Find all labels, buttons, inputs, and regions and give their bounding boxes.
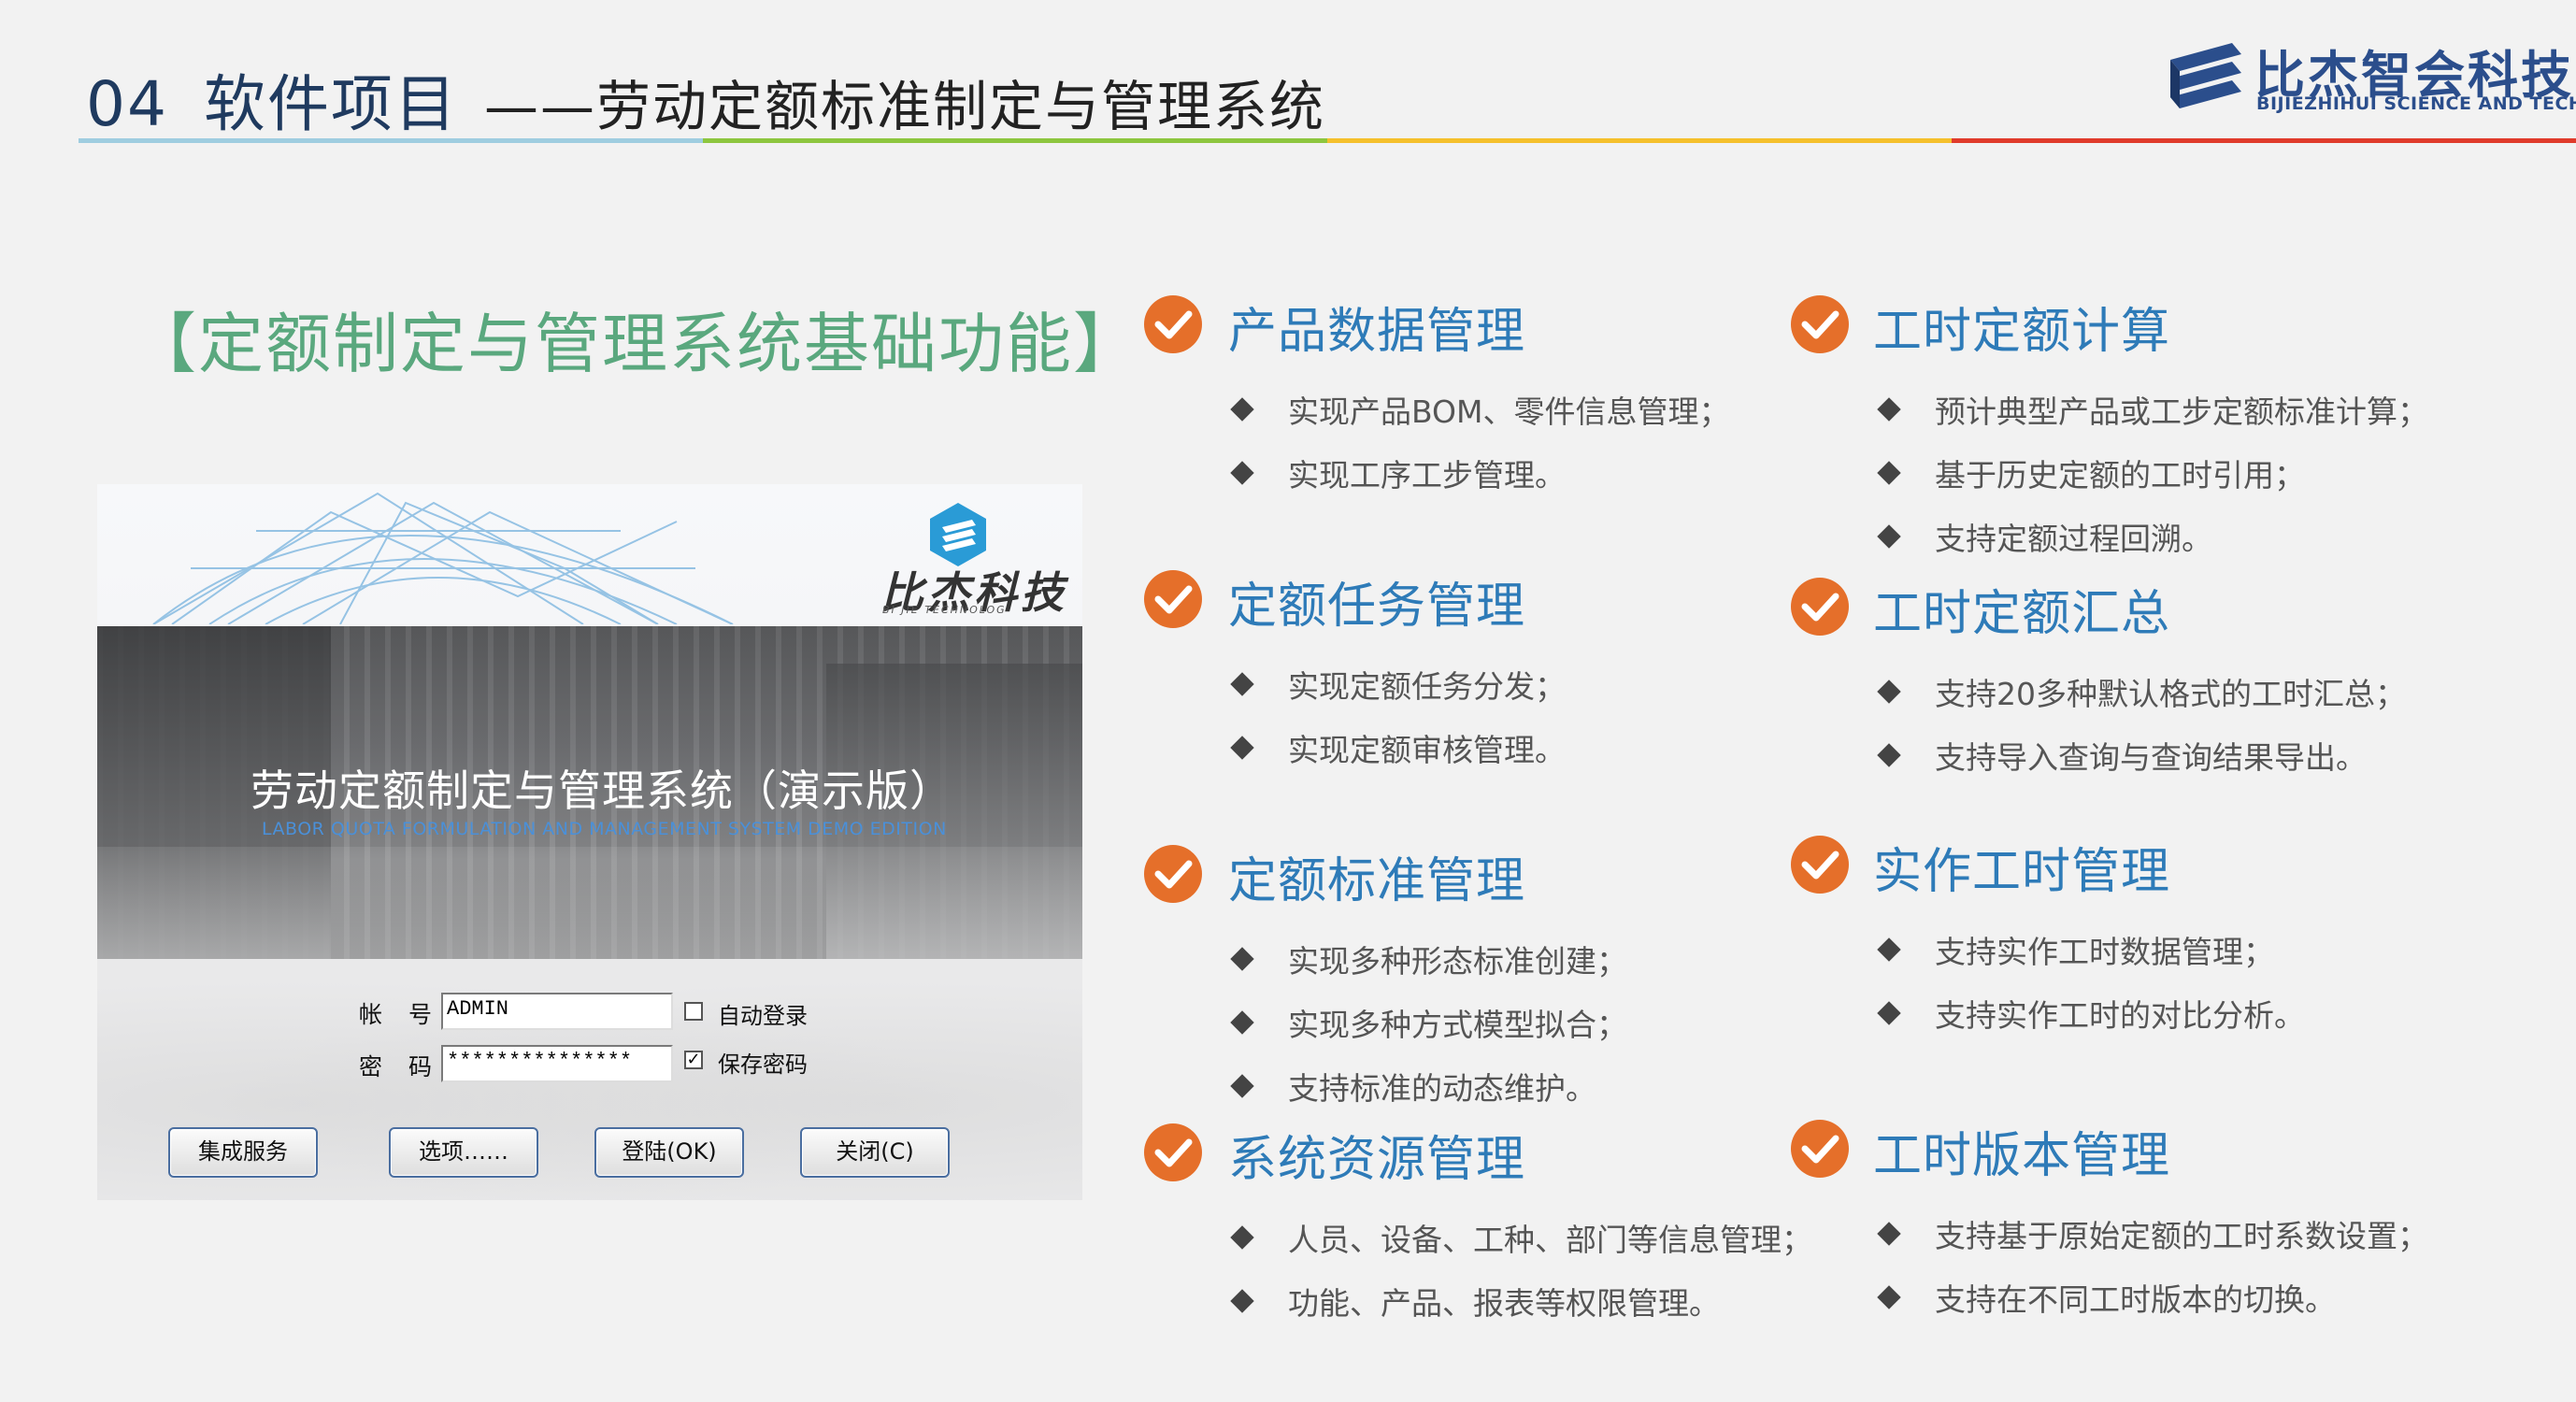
feature-item: 功能、产品、报表等权限管理。 — [1230, 1279, 1720, 1323]
check-icon — [1144, 295, 1202, 353]
diamond-bullet-icon — [1230, 736, 1254, 760]
integration-service-button[interactable]: 集成服务 — [168, 1127, 318, 1178]
check-icon — [1791, 1120, 1849, 1178]
feature-item: 支持在不同工时版本的切换。 — [1877, 1275, 2336, 1320]
auto-login-checkbox[interactable] — [684, 1002, 703, 1021]
feature-item: 支持导入查询与查询结果导出。 — [1877, 733, 2367, 778]
account-input[interactable]: ADMIN — [441, 993, 673, 1030]
feature-item: 支持实作工时的对比分析。 — [1877, 991, 2305, 1036]
feature-title-hour-version: 工时版本管理 — [1873, 1128, 2171, 1184]
divider-segment-yellow — [1327, 138, 1952, 143]
diamond-bullet-icon — [1877, 1285, 1901, 1309]
save-password-label: 保存密码 — [718, 1052, 808, 1078]
login-logo-en: BI JIE TECHNOLOG — [882, 604, 1007, 616]
check-icon — [1791, 578, 1849, 636]
check-icon — [1144, 845, 1202, 903]
feature-item: 支持标准的动态维护。 — [1230, 1064, 1596, 1109]
feature-item: 实现多种方式模型拟合； — [1230, 1000, 1627, 1045]
check-icon — [1144, 570, 1202, 628]
diamond-bullet-icon — [1230, 461, 1254, 485]
feature-item: 实现工序工步管理。 — [1230, 451, 1566, 495]
feature-item: 人员、设备、工种、部门等信息管理； — [1230, 1215, 1812, 1260]
diamond-bullet-icon — [1230, 672, 1254, 696]
feature-title-quota-task: 定额任务管理 — [1228, 579, 1526, 635]
divider-segment-green — [703, 138, 1327, 143]
feature-item: 实现产品BOM、零件信息管理； — [1230, 387, 1730, 432]
page-title: 04 软件项目 ——劳动定额标准制定与管理系统 — [86, 54, 1325, 144]
page-subtitle: ——劳动定额标准制定与管理系统 — [483, 75, 1325, 138]
brand-name-en: BIJIEZHIHUI SCIENCE AND TECHNOLOGY — [2256, 93, 2576, 114]
check-icon — [1791, 836, 1849, 894]
feature-title-system-resource: 系统资源管理 — [1228, 1132, 1526, 1188]
login-system-title: 劳动定额制定与管理系统（演示版） — [250, 765, 953, 816]
diamond-bullet-icon — [1230, 1225, 1254, 1250]
diamond-bullet-icon — [1877, 1001, 1901, 1025]
divider-segment-red — [1952, 138, 2576, 143]
diamond-bullet-icon — [1230, 1010, 1254, 1035]
diamond-bullet-icon — [1877, 397, 1901, 422]
feature-title-product-data: 产品数据管理 — [1228, 304, 1526, 360]
diamond-bullet-icon — [1877, 1222, 1901, 1246]
feature-item: 实现定额审核管理。 — [1230, 725, 1566, 770]
feature-title-hour-calculation: 工时定额计算 — [1873, 304, 2171, 360]
login-system-subtitle: LABOR QUOTA FORMULATION AND MANAGEMENT S… — [262, 819, 947, 839]
close-button[interactable]: 关闭(C) — [800, 1127, 950, 1178]
login-screenshot: 比杰科技 BI JIE TECHNOLOG 劳动定额制定与管理系统（演示版） L… — [97, 484, 1082, 1200]
section-heading: 【定额制定与管理系统基础功能】 — [131, 306, 1140, 382]
feature-item: 支持实作工时数据管理； — [1877, 927, 2274, 972]
check-icon — [1144, 1123, 1202, 1181]
check-icon — [1791, 295, 1849, 353]
login-ok-button[interactable]: 登陆(OK) — [594, 1127, 744, 1178]
feature-item: 实现多种形态标准创建； — [1230, 937, 1627, 981]
auto-login-label: 自动登录 — [718, 1003, 808, 1029]
save-password-checkbox[interactable]: ✓ — [684, 1051, 703, 1069]
divider-segment-blue — [79, 138, 703, 143]
feature-item: 预计典型产品或工步定额标准计算； — [1877, 387, 2428, 432]
feature-item: 基于历史定额的工时引用； — [1877, 451, 2305, 495]
feature-title-hour-summary: 工时定额汇总 — [1873, 586, 2171, 642]
diamond-bullet-icon — [1230, 947, 1254, 971]
diamond-bullet-icon — [1877, 743, 1901, 767]
diamond-bullet-icon — [1877, 524, 1901, 549]
header-divider — [79, 138, 2576, 143]
feature-item: 支持定额过程回溯。 — [1877, 514, 2212, 559]
diamond-bullet-icon — [1230, 1289, 1254, 1313]
feature-title-actual-hours: 实作工时管理 — [1873, 844, 2171, 900]
password-input[interactable]: *************** — [441, 1045, 673, 1082]
section-name: 软件项目 — [203, 68, 458, 140]
diamond-bullet-icon — [1230, 397, 1254, 422]
feature-item: 支持20多种默认格式的工时汇总； — [1877, 669, 2406, 714]
diamond-bullet-icon — [1877, 937, 1901, 962]
feature-item: 实现定额任务分发； — [1230, 662, 1566, 707]
diamond-bullet-icon — [1230, 1074, 1254, 1098]
diamond-bullet-icon — [1877, 680, 1901, 704]
section-number: 04 — [86, 68, 168, 140]
diamond-bullet-icon — [1877, 461, 1901, 485]
feature-item: 支持基于原始定额的工时系数设置； — [1877, 1211, 2428, 1256]
brand-mark-icon — [2170, 43, 2241, 108]
feature-title-quota-standard: 定额标准管理 — [1228, 853, 1526, 909]
options-button[interactable]: 选项…… — [389, 1127, 538, 1178]
factory-background-image: 劳动定额制定与管理系统（演示版） LABOR QUOTA FORMULATION… — [97, 626, 1082, 959]
brand-logo: 比杰智会科技 BIJIEZHIHUI SCIENCE AND TECHNOLOG… — [2167, 34, 2576, 123]
